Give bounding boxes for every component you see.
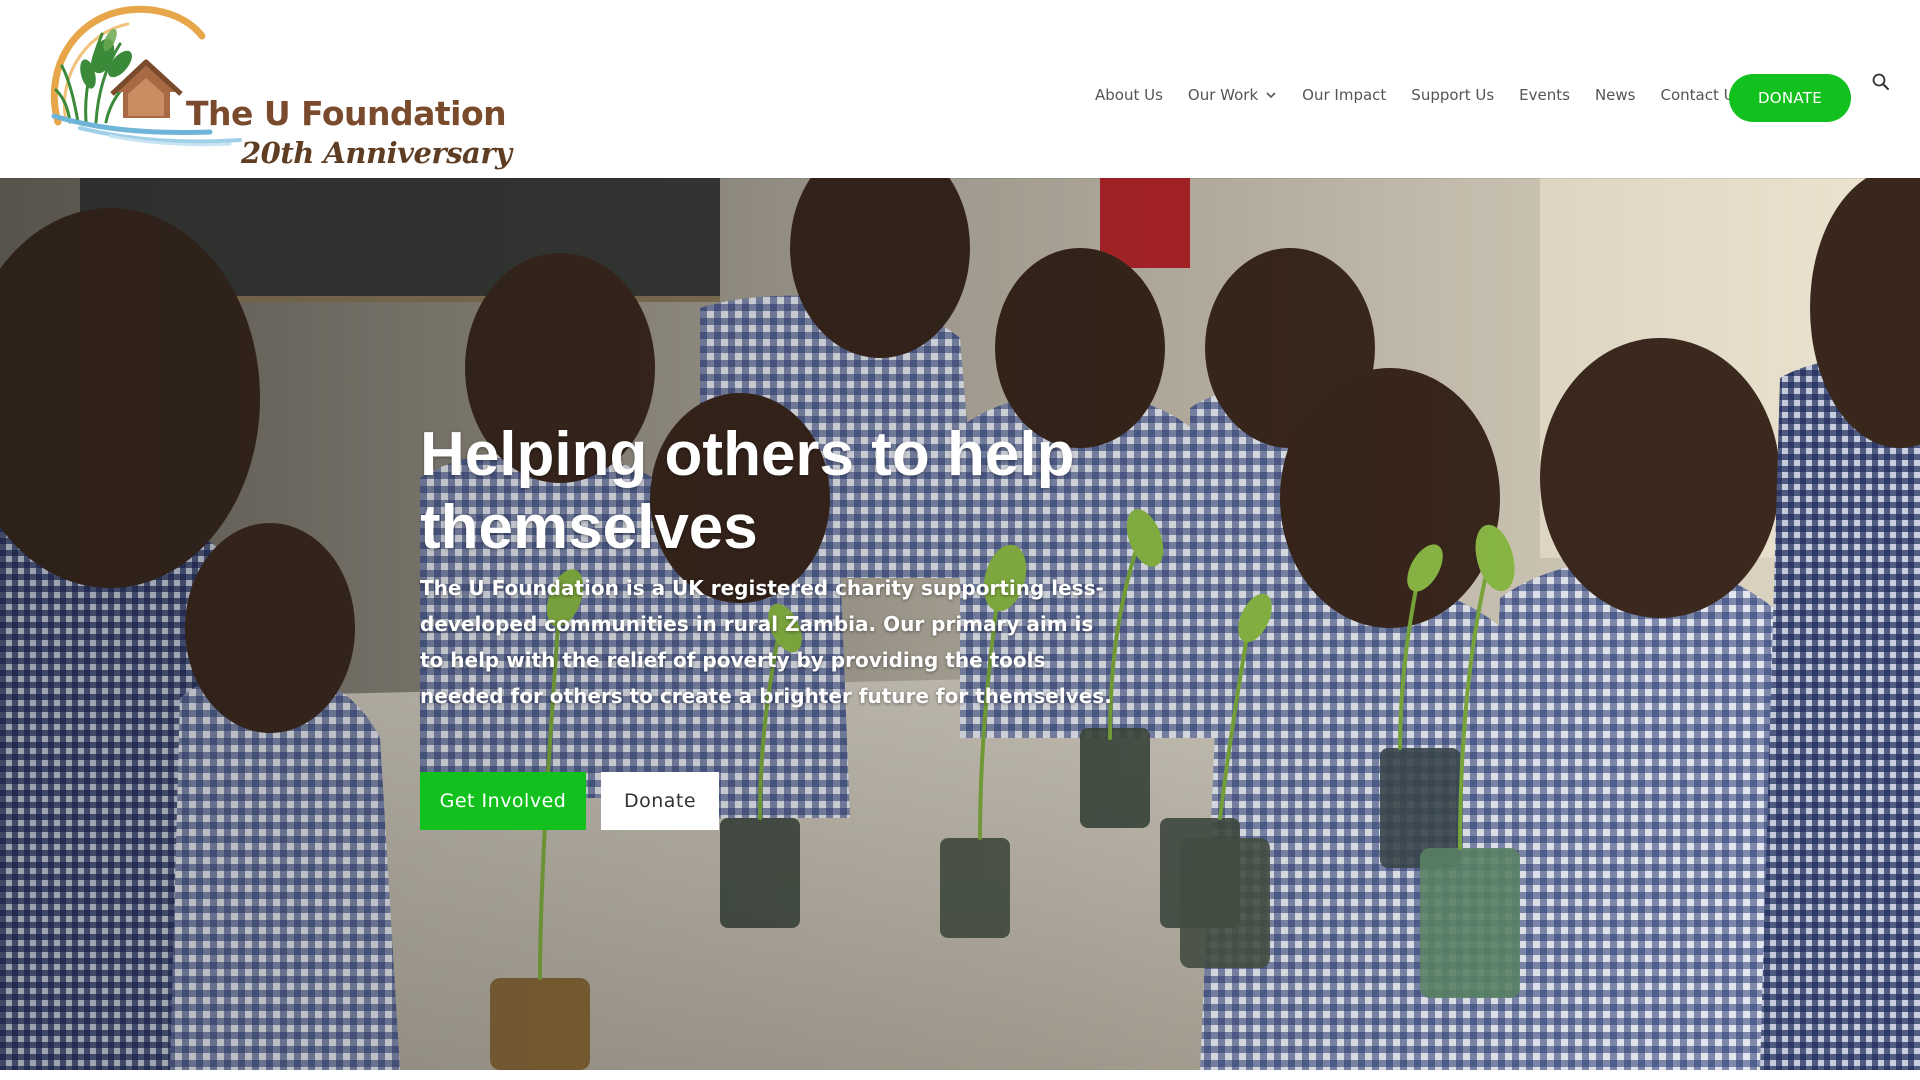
nav-item-news[interactable]: News [1595,86,1636,104]
nav-item-our-impact[interactable]: Our Impact [1302,86,1386,104]
main-nav: About Us Our Work Our Impact Support Us … [1095,86,1767,104]
site-logo[interactable]: The U Foundation 20th Anniversary [40,4,512,176]
site-header: The U Foundation 20th Anniversary About … [0,0,1920,178]
donate-button[interactable]: DONATE [1729,74,1851,122]
logo-subtitle: 20th Anniversary [241,136,512,170]
nav-item-our-work[interactable]: Our Work [1188,86,1277,104]
nav-item-label: Support Us [1411,86,1495,104]
nav-item-events[interactable]: Events [1519,86,1570,104]
nav-item-label: News [1594,86,1636,104]
hero-title: Helping others to help themselves [420,420,1075,562]
nav-item-support-us[interactable]: Support Us [1411,86,1494,104]
nav-item-label: Events [1519,86,1570,104]
hero-donate-button[interactable]: Donate [601,772,719,830]
chevron-down-icon [1266,92,1276,99]
nav-item-label: Our Impact [1302,86,1387,104]
search-icon[interactable] [1871,72,1891,92]
hero-section: Helping others to help themselves The U … [0,178,1920,1070]
nav-item-about-us[interactable]: About Us [1095,86,1163,104]
get-involved-button[interactable]: Get Involved [420,772,586,830]
nav-item-label: About Us [1095,86,1163,104]
hero-description: The U Foundation is a UK registered char… [420,576,1112,708]
logo-title: The U Foundation [186,94,507,133]
page-bottom-strip [0,1070,1920,1080]
nav-item-label: Our Work [1187,86,1259,104]
